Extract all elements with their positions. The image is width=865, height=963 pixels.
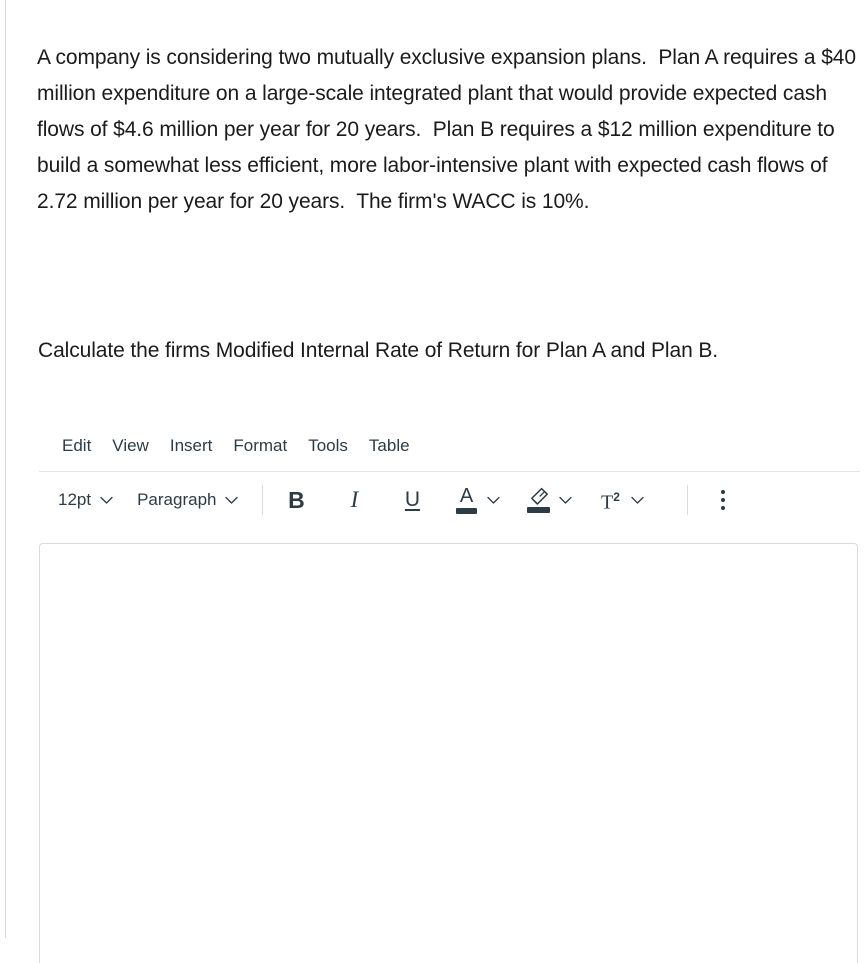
font-size-value: 12pt [58,490,92,509]
text-color-control: A [451,483,505,517]
italic-button[interactable]: I [335,483,373,517]
chevron-down-icon [100,496,113,505]
menu-item-insert[interactable]: Insert [161,433,222,459]
rich-content-editor: Edit View Insert Format Tools Table 12pt… [39,428,860,528]
toolbar-separator [262,485,264,515]
editor-text-area[interactable] [39,543,858,963]
editor-menubar: Edit View Insert Format Tools Table [39,428,859,464]
superscript-chevron-down-icon[interactable] [625,483,649,517]
text-color-swatch [455,508,477,514]
font-size-select[interactable]: 12pt [52,485,119,515]
block-format-select[interactable]: Paragraph [131,485,244,515]
menu-item-format[interactable]: Format [224,433,296,459]
superscript-base: T [601,491,614,514]
page-left-border [5,0,6,938]
question-prompt: Calculate the firms Modified Internal Ra… [38,339,719,362]
question-content: A company is considering two mutually ex… [37,40,862,362]
chevron-down-icon [225,496,239,505]
editor-toolbar: 12pt Paragraph B I U A T2 [39,472,859,528]
text-color-letter: A [459,485,474,507]
menu-item-edit[interactable]: Edit [53,433,100,459]
question-body: A company is considering two mutually ex… [37,46,862,213]
superscript-control: T2 [595,483,649,517]
text-color-icon[interactable]: A [451,483,481,517]
highlight-chevron-down-icon[interactable] [553,483,577,517]
kebab-dot [721,506,726,510]
kebab-dot [721,490,726,494]
menu-item-table[interactable]: Table [360,433,419,459]
menu-item-view[interactable]: View [103,433,158,459]
toolbar-separator [687,485,689,515]
highlighter-icon[interactable] [523,483,553,517]
bold-button[interactable]: B [277,483,315,517]
text-color-chevron-down-icon[interactable] [481,483,505,517]
menu-item-tools[interactable]: Tools [299,433,357,459]
kebab-dot [721,498,726,502]
highlight-color-control [523,483,577,517]
question-page: A company is considering two mutually ex… [0,0,865,963]
superscript-exponent: 2 [613,490,620,505]
block-format-value: Paragraph [137,490,217,509]
more-options-icon[interactable] [708,483,738,517]
superscript-icon[interactable]: T2 [595,483,625,517]
highlight-color-swatch [526,507,550,513]
underline-button[interactable]: U [393,483,431,517]
